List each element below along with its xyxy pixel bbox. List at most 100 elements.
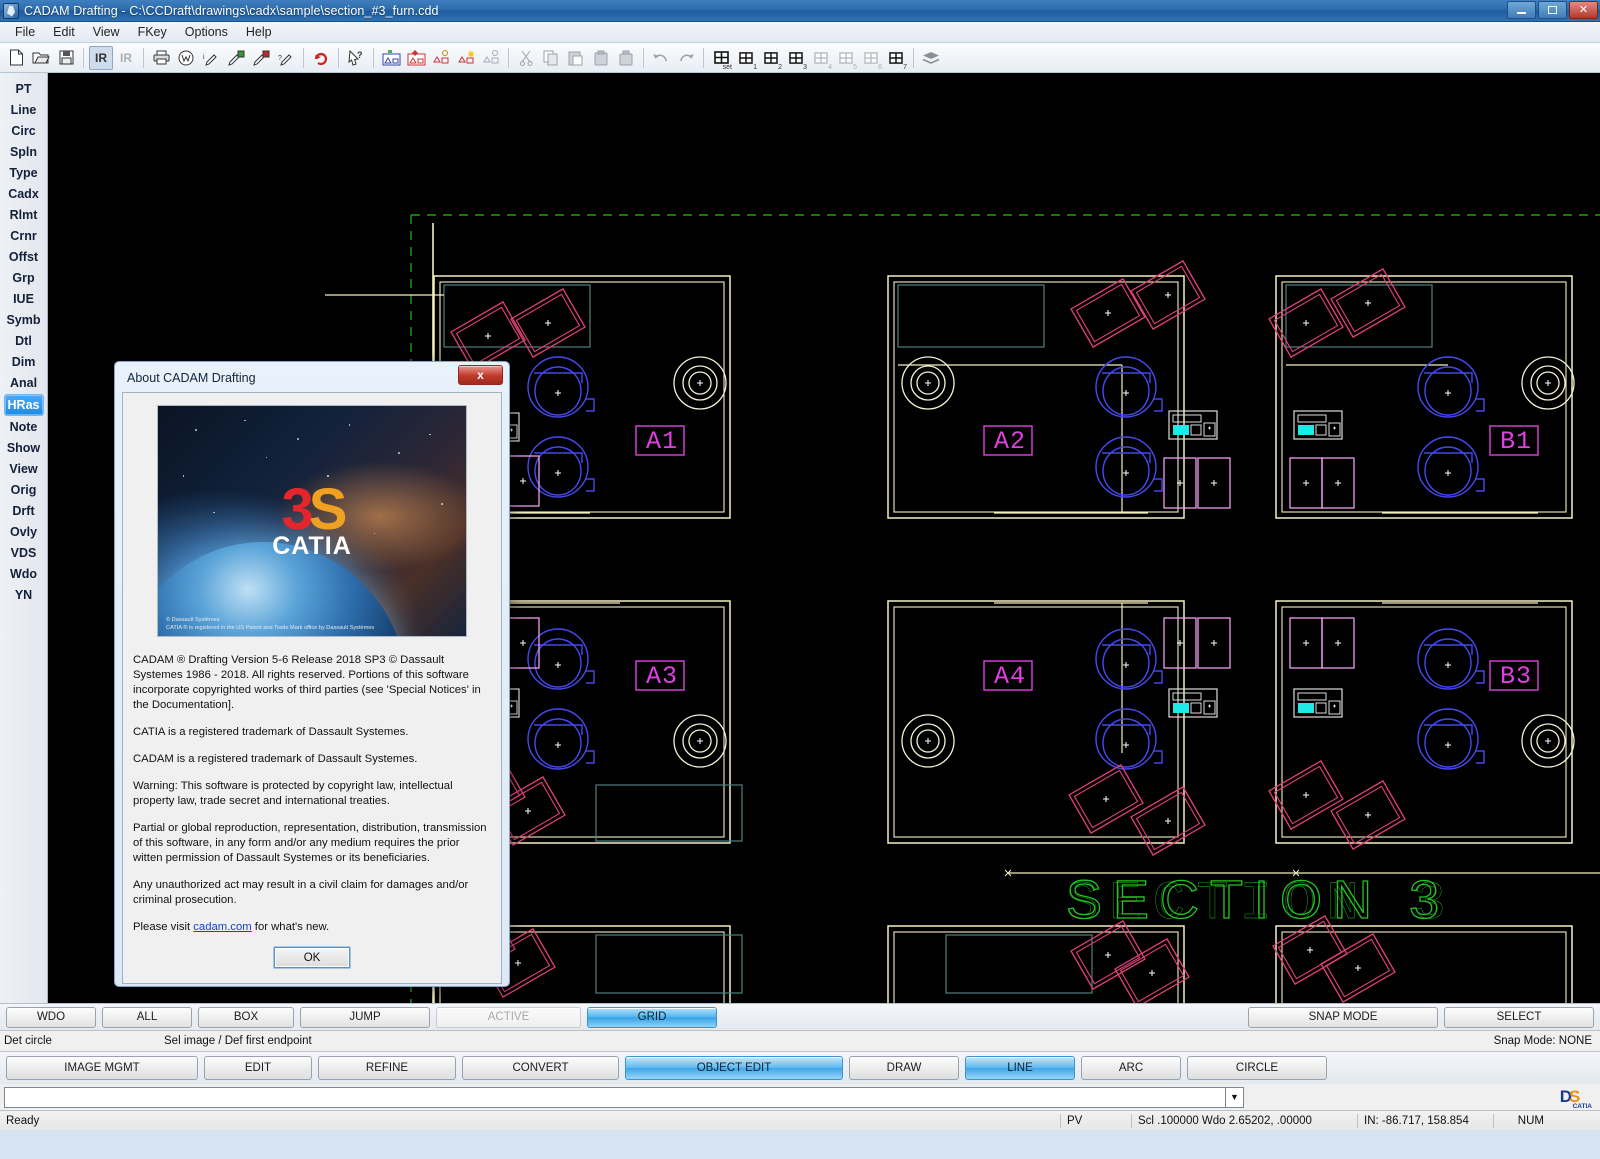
view-button-jump[interactable]: JUMP [300,1007,430,1028]
sidebar-item-hras[interactable]: HRas [4,394,44,416]
sidebar-item-iue[interactable]: IUE [4,289,44,309]
window-1-icon[interactable]: 1 [734,46,758,70]
view-button-active[interactable]: ACTIVE [436,1007,581,1028]
menu-file[interactable]: File [6,23,44,41]
window-6-icon[interactable]: 6 [859,46,883,70]
modify-pen-icon[interactable] [249,46,273,70]
status-bar: Ready PV Scl .100000 Wdo 2.65202, .00000… [0,1110,1600,1130]
func-button-refine[interactable]: REFINE [318,1056,456,1080]
menu-options[interactable]: Options [176,23,237,41]
view-blue-icon[interactable] [379,46,403,70]
print-icon[interactable] [149,46,173,70]
sidebar-item-show[interactable]: Show [4,438,44,458]
view-button-wdo[interactable]: WDO [6,1007,96,1028]
view-gray-icon[interactable] [479,46,503,70]
new-file-icon[interactable] [4,46,28,70]
func-button-convert[interactable]: CONVERT [462,1056,619,1080]
command-input[interactable] [4,1087,1226,1108]
menu-fkey[interactable]: FKey [129,23,176,41]
func-button-edit[interactable]: EDIT [204,1056,312,1080]
view-button-snap-mode[interactable]: SNAP MODE [1248,1007,1438,1028]
svg-text:A3: A3 [646,662,678,691]
window-titlebar[interactable]: CADAM Drafting - C:\CCDraft\drawings\cad… [0,0,1600,22]
maximize-button[interactable] [1538,1,1567,19]
sidebar-item-type[interactable]: Type [4,163,44,183]
window-controls: ✕ [1507,1,1598,19]
window-4-icon[interactable]: 4 [809,46,833,70]
sidebar-item-offst[interactable]: Offst [4,247,44,267]
func-button-image-mgmt[interactable]: IMAGE MGMT [6,1056,198,1080]
window-2-icon[interactable]: 2 [759,46,783,70]
func-button-circle[interactable]: CIRCLE [1187,1056,1327,1080]
sidebar-item-vds[interactable]: VDS [4,543,44,563]
sidebar-item-circ[interactable]: Circ [4,121,44,141]
copy-icon[interactable] [539,46,563,70]
undo-icon[interactable] [649,46,673,70]
window-set-icon[interactable]: set [709,46,733,70]
sidebar-item-rlmt[interactable]: Rlmt [4,205,44,225]
sidebar-item-line[interactable]: Line [4,100,44,120]
logo-catia-small: CATIA [1573,1103,1592,1110]
cadam-website-link[interactable]: cadam.com [193,921,251,933]
sidebar-item-orig[interactable]: Orig [4,480,44,500]
sidebar-item-spln[interactable]: Spln [4,142,44,162]
catia-brand-logo: DS CATIA [1544,1084,1596,1110]
sidebar-item-cadx[interactable]: Cadx [4,184,44,204]
about-ok-button[interactable]: OK [274,947,350,968]
window-7-icon[interactable]: 7 [884,46,908,70]
func-button-line[interactable]: LINE [965,1056,1075,1080]
save-file-icon[interactable] [54,46,78,70]
plot-window-icon[interactable] [174,46,198,70]
sidebar-item-crnr[interactable]: Crnr [4,226,44,246]
sidebar-item-ovly[interactable]: Ovly [4,522,44,542]
sidebar-item-drft[interactable]: Drft [4,501,44,521]
chevron-down-icon[interactable]: ▼ [1226,1087,1244,1108]
about-dialog[interactable]: About CADAM Drafting x [114,361,510,987]
cad-drawing-canvas[interactable]: A1 A2 [48,73,1600,1003]
close-button[interactable]: ✕ [1569,1,1598,19]
sidebar-item-symb[interactable]: Symb [4,310,44,330]
assign-pen-icon[interactable] [224,46,248,70]
view-button-box[interactable]: BOX [198,1007,294,1028]
help-pointer-icon[interactable]: ? [344,46,368,70]
view-button-all[interactable]: ALL [102,1007,192,1028]
sidebar-item-view[interactable]: View [4,459,44,479]
snap-mode-status: Snap Mode: NONE [1494,1035,1600,1047]
paste-icon[interactable] [564,46,588,70]
sidebar-item-pt[interactable]: PT [4,79,44,99]
func-button-draw[interactable]: DRAW [849,1056,959,1080]
view-button-grid[interactable]: GRID [587,1007,717,1028]
minimize-button[interactable] [1507,1,1536,19]
ir-active-icon[interactable]: IR [89,46,113,70]
sidebar-item-note[interactable]: Note [4,417,44,437]
delete-icon[interactable] [614,46,638,70]
pen-info-icon[interactable]: ? [274,46,298,70]
menu-view[interactable]: View [84,23,129,41]
sidebar-item-dtl[interactable]: Dtl [4,331,44,351]
window-6-label: 6 [878,64,882,71]
func-button-object-edit[interactable]: OBJECT EDIT [625,1056,843,1080]
menu-help[interactable]: Help [237,23,281,41]
sidebar-item-anal[interactable]: Anal [4,373,44,393]
refresh-icon[interactable] [309,46,333,70]
view-red-icon[interactable] [404,46,428,70]
redo-icon[interactable] [674,46,698,70]
view-new-icon[interactable] [454,46,478,70]
about-close-button[interactable]: x [458,365,503,385]
view-button-select[interactable]: SELECT [1444,1007,1594,1028]
sidebar-item-dim[interactable]: Dim [4,352,44,372]
layers-icon[interactable] [919,46,943,70]
view-small-red-icon[interactable] [429,46,453,70]
paste-special-icon[interactable] [589,46,613,70]
window-3-icon[interactable]: 3 [784,46,808,70]
open-file-icon[interactable] [29,46,53,70]
sidebar-item-yn[interactable]: YN [4,585,44,605]
cut-icon[interactable] [514,46,538,70]
window-5-icon[interactable]: 5 [834,46,858,70]
query-pen-icon[interactable]: i [199,46,223,70]
menu-edit[interactable]: Edit [44,23,84,41]
sidebar-item-grp[interactable]: Grp [4,268,44,288]
func-button-arc[interactable]: ARC [1081,1056,1181,1080]
ir-inactive-icon[interactable]: IR [114,46,138,70]
sidebar-item-wdo[interactable]: Wdo [4,564,44,584]
